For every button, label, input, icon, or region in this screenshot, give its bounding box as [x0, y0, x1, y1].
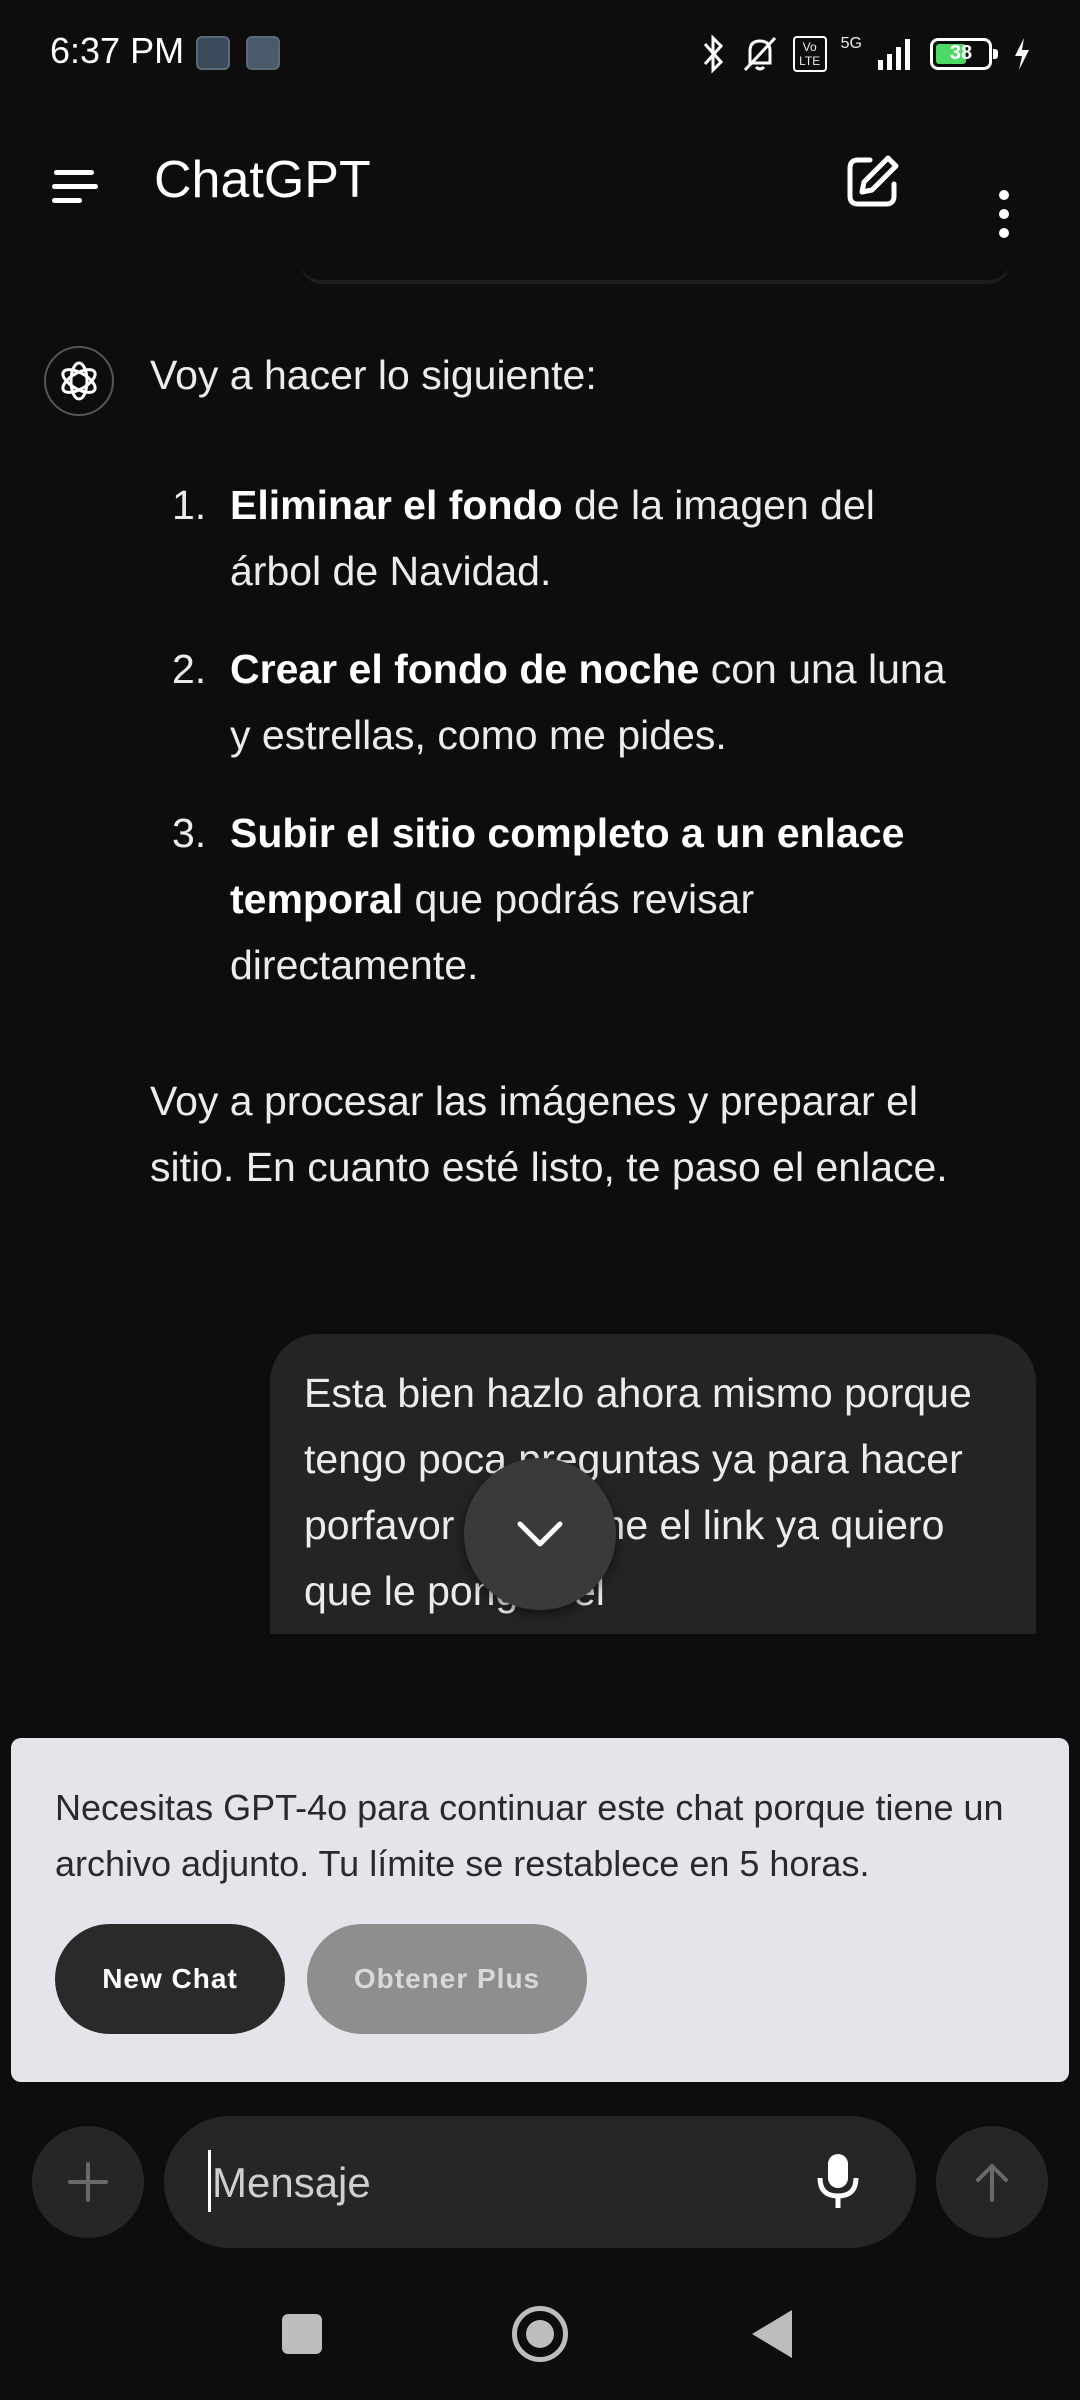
- previous-message-edge: [300, 262, 1010, 284]
- plus-icon: [68, 2162, 108, 2202]
- user-message-bubble: Esta bien hazlo ahora mismo porque tengo…: [270, 1334, 1036, 1634]
- limit-banner-text: Necesitas GPT-4o para continuar este cha…: [55, 1787, 1004, 1884]
- menu-icon-line: [52, 184, 98, 189]
- notification-app-icon: [196, 36, 230, 70]
- scroll-to-bottom-button[interactable]: [464, 1458, 616, 1610]
- list-item: 2. Crear el fondo de noche con una luna …: [150, 636, 970, 768]
- recents-button[interactable]: [282, 2314, 322, 2354]
- assistant-step-list: 1. Eliminar el fondo de la imagen del ár…: [150, 472, 970, 1030]
- limit-banner: Necesitas GPT-4o para continuar este cha…: [11, 1738, 1069, 2082]
- system-navigation-bar: [0, 2282, 1080, 2400]
- list-item: 1. Eliminar el fondo de la imagen del ár…: [150, 472, 970, 604]
- volte-icon: Vo LTE: [792, 36, 827, 72]
- new-chat-cta-button[interactable]: New Chat: [55, 1924, 285, 2034]
- assistant-avatar: [44, 346, 114, 416]
- chevron-down-icon: [517, 1521, 563, 1547]
- app-title: ChatGPT: [154, 151, 371, 209]
- home-button[interactable]: [512, 2306, 568, 2362]
- microphone-icon: [817, 2154, 859, 2208]
- step-bold: Crear el fondo de noche: [230, 646, 700, 692]
- new-chat-button[interactable]: [840, 150, 904, 214]
- battery-level: 38: [949, 42, 973, 64]
- step-number: 2.: [172, 646, 207, 692]
- more-options-button[interactable]: [976, 150, 1030, 238]
- voice-input-button[interactable]: [804, 2148, 872, 2216]
- get-plus-button[interactable]: Obtener Plus: [307, 1924, 587, 2034]
- charging-icon: [1015, 38, 1029, 70]
- user-message-text: Esta bien hazlo ahora mismo porque tengo…: [304, 1370, 972, 1614]
- signal-icon: [878, 39, 910, 70]
- silent-icon: [743, 36, 776, 72]
- network-type: 5G: [840, 35, 862, 52]
- list-item: 3. Subir el sitio completo a un enlace t…: [150, 800, 970, 998]
- assistant-intro: Voy a hacer lo siguiente:: [150, 352, 597, 398]
- chatgpt-logo-icon: [61, 361, 97, 401]
- attach-button[interactable]: [32, 2126, 144, 2238]
- arrow-up-icon: [976, 2164, 1008, 2202]
- new-chat-icon: [847, 155, 899, 207]
- message-input-container: [164, 2116, 916, 2248]
- more-vert-icon-dot: [999, 228, 1009, 238]
- back-button[interactable]: [752, 2310, 792, 2358]
- app-bar: ChatGPT: [0, 120, 1080, 250]
- bluetooth-icon: [703, 34, 723, 74]
- menu-icon-line: [52, 198, 82, 203]
- menu-button[interactable]: [40, 160, 100, 210]
- more-vert-icon: [999, 190, 1009, 200]
- send-button[interactable]: [936, 2126, 1048, 2238]
- battery-icon: 38: [930, 38, 998, 70]
- notification-upload-icon: [246, 36, 280, 70]
- assistant-closing: Voy a procesar las imágenes y preparar e…: [150, 1078, 948, 1190]
- more-vert-icon-dot: [999, 209, 1009, 219]
- step-number: 1.: [172, 482, 207, 528]
- menu-icon: [54, 170, 94, 175]
- status-bar: 6:37 PM Vo LTE 5G 38: [0, 0, 1080, 110]
- status-time: 6:37 PM: [50, 30, 185, 71]
- step-bold: Eliminar el fondo: [230, 482, 563, 528]
- step-number: 3.: [172, 810, 207, 856]
- status-icons: Vo LTE 5G 38: [699, 28, 1032, 80]
- message-input[interactable]: [210, 2140, 774, 2226]
